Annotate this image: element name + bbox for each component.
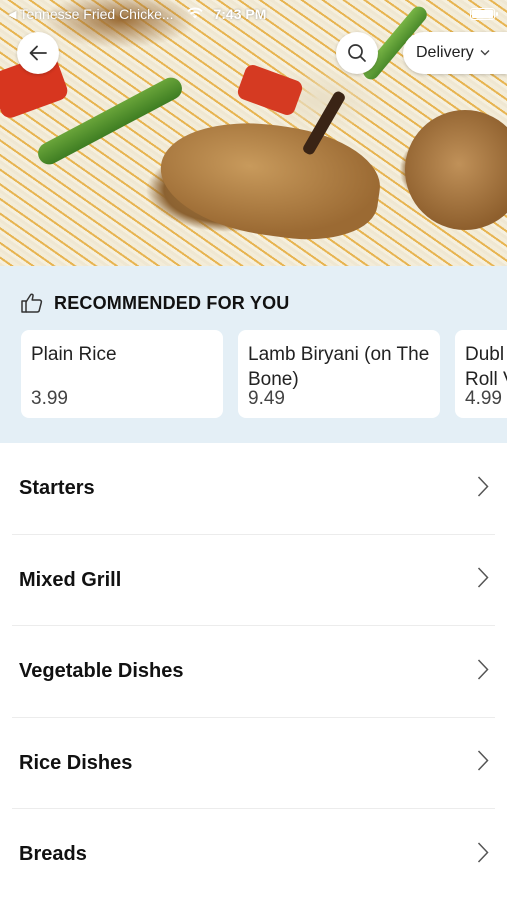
hero-chicken-piece	[405, 110, 507, 230]
category-row-mixed-grill[interactable]: Mixed Grill	[0, 535, 507, 627]
recommended-title: RECOMMENDED FOR YOU	[54, 292, 290, 313]
recommended-item-price: 4.99	[465, 388, 502, 409]
battery-icon	[470, 8, 498, 20]
chevron-right-icon	[477, 750, 489, 777]
chevron-right-icon	[477, 841, 489, 868]
category-label: Rice Dishes	[19, 751, 133, 774]
recommended-item-name: Plain Rice	[31, 344, 117, 365]
status-time: 7:43 PM	[213, 6, 267, 22]
category-row-starters[interactable]: Starters	[0, 443, 507, 535]
recommended-item-name: Dubl Roll V	[465, 344, 507, 390]
chevron-right-icon	[477, 475, 489, 502]
chevron-right-icon	[477, 567, 489, 594]
thumbs-up-icon	[21, 293, 43, 313]
category-row-breads[interactable]: Breads	[0, 809, 507, 901]
status-bar: ◀ Tennesse Fried Chicke... 7:43 PM	[0, 0, 507, 28]
recommended-item-card[interactable]: Plain Rice 3.99	[21, 330, 223, 418]
back-to-app-label[interactable]: Tennesse Fried Chicke...	[19, 6, 179, 22]
delivery-mode-label: Delivery	[416, 44, 474, 61]
recommended-item-card[interactable]: Dubl Roll V 4.99	[455, 330, 507, 418]
back-to-app-icon[interactable]: ◀	[8, 8, 16, 21]
arrow-left-icon	[29, 45, 47, 61]
chevron-down-icon	[480, 47, 490, 59]
recommended-section: RECOMMENDED FOR YOU Plain Rice 3.99 Lamb…	[0, 266, 507, 443]
category-label: Vegetable Dishes	[19, 660, 184, 683]
hero-chicken-piece	[153, 110, 387, 250]
wifi-icon	[187, 6, 204, 22]
category-row-vegetable-dishes[interactable]: Vegetable Dishes	[0, 626, 507, 718]
recommended-item-card[interactable]: Lamb Biryani (on The Bone) 9.49	[238, 330, 440, 418]
category-label: Breads	[19, 843, 87, 866]
back-button[interactable]	[17, 32, 59, 74]
category-label: Mixed Grill	[19, 568, 122, 591]
category-label: Starters	[19, 477, 95, 500]
delivery-mode-dropdown[interactable]: Delivery	[403, 32, 507, 74]
category-row-rice-dishes[interactable]: Rice Dishes	[0, 718, 507, 810]
search-button[interactable]	[336, 32, 378, 74]
chevron-right-icon	[477, 658, 489, 685]
recommended-item-name: Lamb Biryani (on The Bone)	[248, 344, 430, 390]
recommended-item-price: 3.99	[31, 388, 68, 409]
hero-red-pepper	[235, 62, 305, 118]
menu-category-list: Starters Mixed Grill Vegetable Dishes Ri…	[0, 443, 507, 901]
search-icon	[348, 44, 366, 62]
recommended-header: RECOMMENDED FOR YOU	[20, 292, 289, 314]
battery-level	[472, 10, 493, 18]
hero-food-image: ◀ Tennesse Fried Chicke... 7:43 PM Deliv…	[0, 0, 507, 266]
recommended-item-price: 9.49	[248, 388, 285, 409]
